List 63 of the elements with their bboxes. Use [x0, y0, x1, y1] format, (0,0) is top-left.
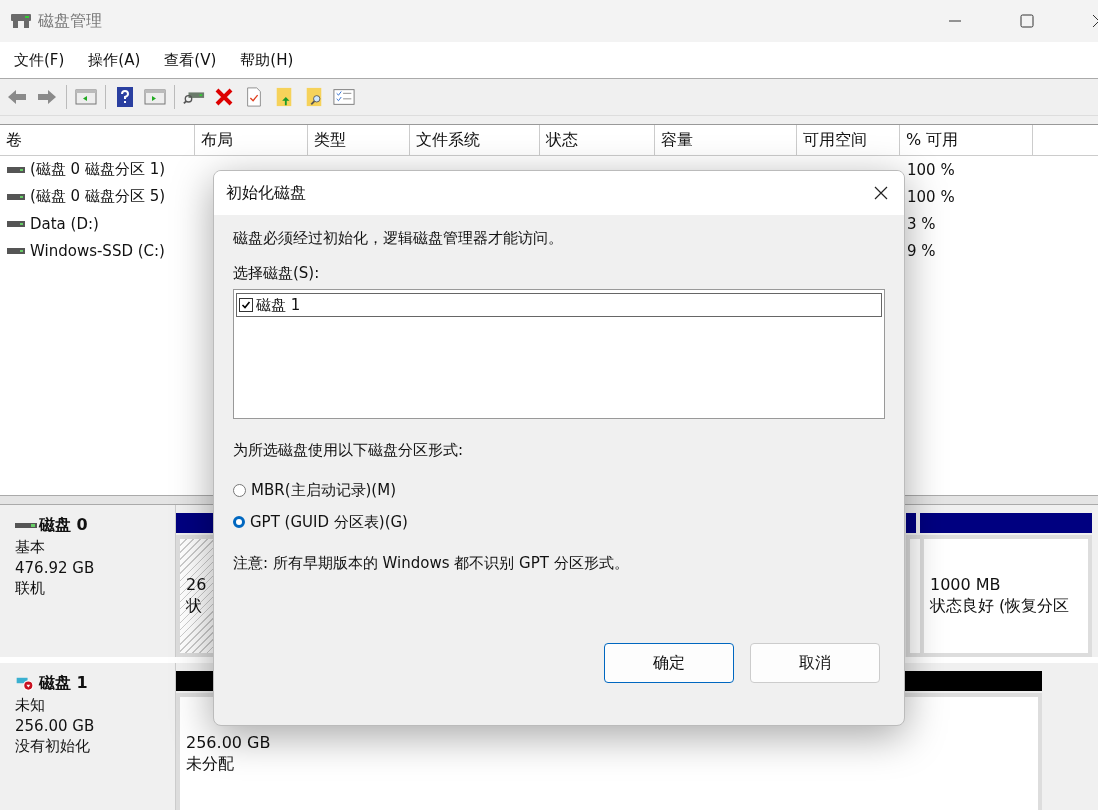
checkbox[interactable] — [239, 298, 253, 312]
column-header[interactable]: 布局 — [195, 125, 308, 155]
partition-text: 26 — [186, 575, 208, 594]
column-header[interactable]: 文件系统 — [410, 125, 540, 155]
disk-type: 基本 — [15, 538, 46, 557]
column-header[interactable]: 可用空间 — [797, 125, 900, 155]
back-arrow-icon[interactable] — [6, 87, 28, 107]
radio-label[interactable]: MBR(主启动记录)(M) — [251, 480, 396, 500]
partition-text: 状态良好 (恢复分区 — [930, 596, 1071, 617]
disk-icon — [10, 13, 32, 29]
drive-icon — [7, 220, 25, 227]
close-icon[interactable] — [874, 186, 888, 200]
disk-name: 磁盘 1 — [39, 673, 88, 694]
dialog-message: 磁盘必须经过初始化，逻辑磁盘管理器才能访问。 — [233, 229, 564, 248]
partition-text: 未分配 — [186, 754, 235, 775]
column-header[interactable]: 状态 — [540, 125, 655, 155]
dialog-title: 初始化磁盘 — [226, 182, 306, 204]
disk-size: 476.92 GB — [15, 559, 96, 577]
window-title: 磁盘管理 — [38, 10, 102, 32]
note-text: 注意: 所有早期版本的 Windows 都不识别 GPT 分区形式。 — [233, 554, 630, 573]
drive-icon — [7, 166, 25, 173]
column-header[interactable]: 容量 — [655, 125, 797, 155]
disk-size: 256.00 GB — [15, 717, 96, 735]
column-header[interactable]: 卷 — [0, 125, 195, 155]
disk-type: 未知 — [15, 696, 46, 715]
drive-icon — [7, 193, 25, 200]
disk-list[interactable]: 磁盘 1 — [233, 289, 885, 419]
partition-text: 1000 MB — [930, 575, 1002, 594]
menu-item[interactable]: 操作(A) — [88, 50, 141, 70]
delete-icon[interactable] — [213, 87, 235, 107]
table-cell: (磁盘 0 磁盘分区 5) — [30, 187, 166, 206]
table-cell: 100 % — [907, 160, 955, 179]
disk-status: 联机 — [15, 579, 46, 598]
disk-name: 磁盘 0 — [39, 515, 88, 536]
column-header[interactable]: 类型 — [308, 125, 410, 155]
partition-text: 状 — [186, 596, 203, 617]
drive-icon — [7, 247, 25, 254]
menu-item[interactable]: 查看(V) — [164, 50, 217, 70]
menu-item[interactable]: 文件(F) — [14, 50, 65, 70]
dialog-button[interactable]: 确定 — [604, 643, 734, 683]
field-label: 为所选磁盘使用以下磁盘分区形式: — [233, 441, 465, 460]
table-cell: Windows-SSD (C:) — [30, 241, 165, 260]
dialog-button[interactable]: 取消 — [750, 643, 880, 683]
panel-icon[interactable] — [144, 87, 166, 107]
forward-arrow-icon[interactable] — [36, 87, 58, 107]
field-label: 选择磁盘(S): — [233, 264, 321, 283]
help-icon[interactable] — [114, 87, 136, 107]
panel-icon[interactable] — [75, 87, 97, 107]
radio-label[interactable]: GPT (GUID 分区表)(G) — [250, 512, 408, 532]
table-cell: 3 % — [907, 214, 936, 233]
partition-text: 256.00 GB — [186, 733, 272, 752]
maximize-icon[interactable] — [1020, 14, 1034, 28]
disk-status: 没有初始化 — [15, 737, 91, 756]
table-cell: Data (D:) — [30, 214, 99, 233]
checklist-icon[interactable] — [333, 87, 355, 107]
table-cell: 9 % — [907, 241, 936, 260]
menu-item[interactable]: 帮助(H) — [240, 50, 294, 70]
radio-button[interactable] — [233, 483, 246, 497]
column-header[interactable]: % 可用 — [900, 125, 1033, 155]
radio-button[interactable] — [233, 516, 245, 528]
table-cell: 100 % — [907, 187, 955, 206]
table-cell: (磁盘 0 磁盘分区 1) — [30, 160, 166, 179]
drive-error-icon — [15, 676, 37, 691]
